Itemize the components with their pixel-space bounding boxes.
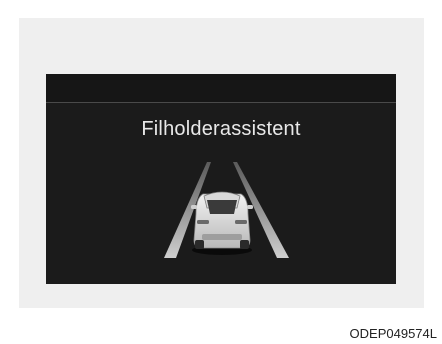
- cluster-display: Filholderassistent: [46, 74, 396, 284]
- lane-scene: [164, 162, 289, 258]
- figure-code: ODEP049574L: [349, 326, 437, 341]
- lane-following-assist-car-icon: [191, 191, 253, 255]
